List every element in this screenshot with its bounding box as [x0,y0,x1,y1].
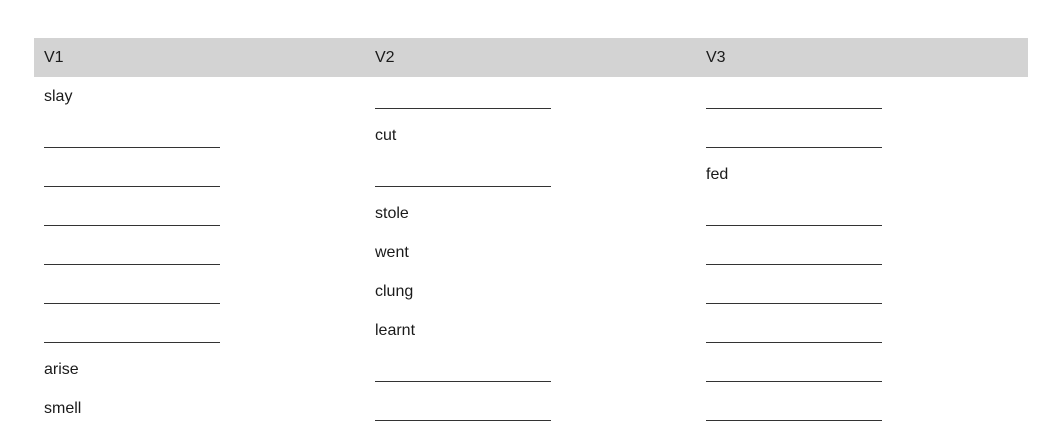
answer-blank-line [706,225,882,226]
answer-blank-cell [365,158,696,197]
answer-blank-cell [696,275,1028,314]
table-row: slay [34,80,1028,119]
answer-blank-cell [696,80,1028,119]
answer-blank-cell [34,119,365,158]
answer-blank-line [706,420,882,421]
verb-cell: went [375,244,409,261]
verb-cell: arise [44,361,79,378]
answer-blank-line [44,264,220,265]
answer-blank-cell [34,236,365,275]
verb-cell: fed [706,166,729,183]
answer-blank-line [706,264,882,265]
verb-forms-table: V1 V2 V3 slay cut fed stole went clung learnt a… [34,38,1028,431]
answer-blank-line [706,342,882,343]
table-row: arise [34,353,1028,392]
answer-blank-line [706,303,882,304]
answer-blank-line [375,186,551,187]
table-row: cut [34,119,1028,158]
answer-blank-line [706,381,882,382]
table-row: fed [34,158,1028,197]
answer-blank-cell [696,392,1028,431]
answer-blank-line [44,303,220,304]
answer-blank-line [44,147,220,148]
answer-blank-cell [696,197,1028,236]
header-v1: V1 [44,48,64,66]
verb-cell: slay [44,88,73,105]
table-header-row: V1 V2 V3 [34,38,1028,77]
verb-cell: learnt [375,322,416,339]
answer-blank-line [44,225,220,226]
answer-blank-cell [365,353,696,392]
table-row: went [34,236,1028,275]
answer-blank-line [44,186,220,187]
answer-blank-line [706,147,882,148]
header-v3: V3 [706,48,726,66]
table-row: clung [34,275,1028,314]
table-row: smell [34,392,1028,431]
verb-cell: smell [44,400,82,417]
answer-blank-cell [696,353,1028,392]
answer-blank-cell [365,80,696,119]
answer-blank-cell [34,314,365,353]
answer-blank-line [375,420,551,421]
answer-blank-line [375,108,551,109]
table-body: slay cut fed stole went clung learnt arise smell [34,77,1028,431]
answer-blank-cell [34,275,365,314]
table-row: learnt [34,314,1028,353]
verb-cell: cut [375,127,397,144]
answer-blank-cell [696,119,1028,158]
answer-blank-cell [696,314,1028,353]
table-row: stole [34,197,1028,236]
header-v2: V2 [375,48,395,66]
answer-blank-cell [34,197,365,236]
answer-blank-line [375,381,551,382]
answer-blank-line [706,108,882,109]
answer-blank-cell [696,236,1028,275]
answer-blank-cell [365,392,696,431]
answer-blank-cell [34,158,365,197]
verb-cell: stole [375,205,409,222]
answer-blank-line [44,342,220,343]
verb-cell: clung [375,283,414,300]
